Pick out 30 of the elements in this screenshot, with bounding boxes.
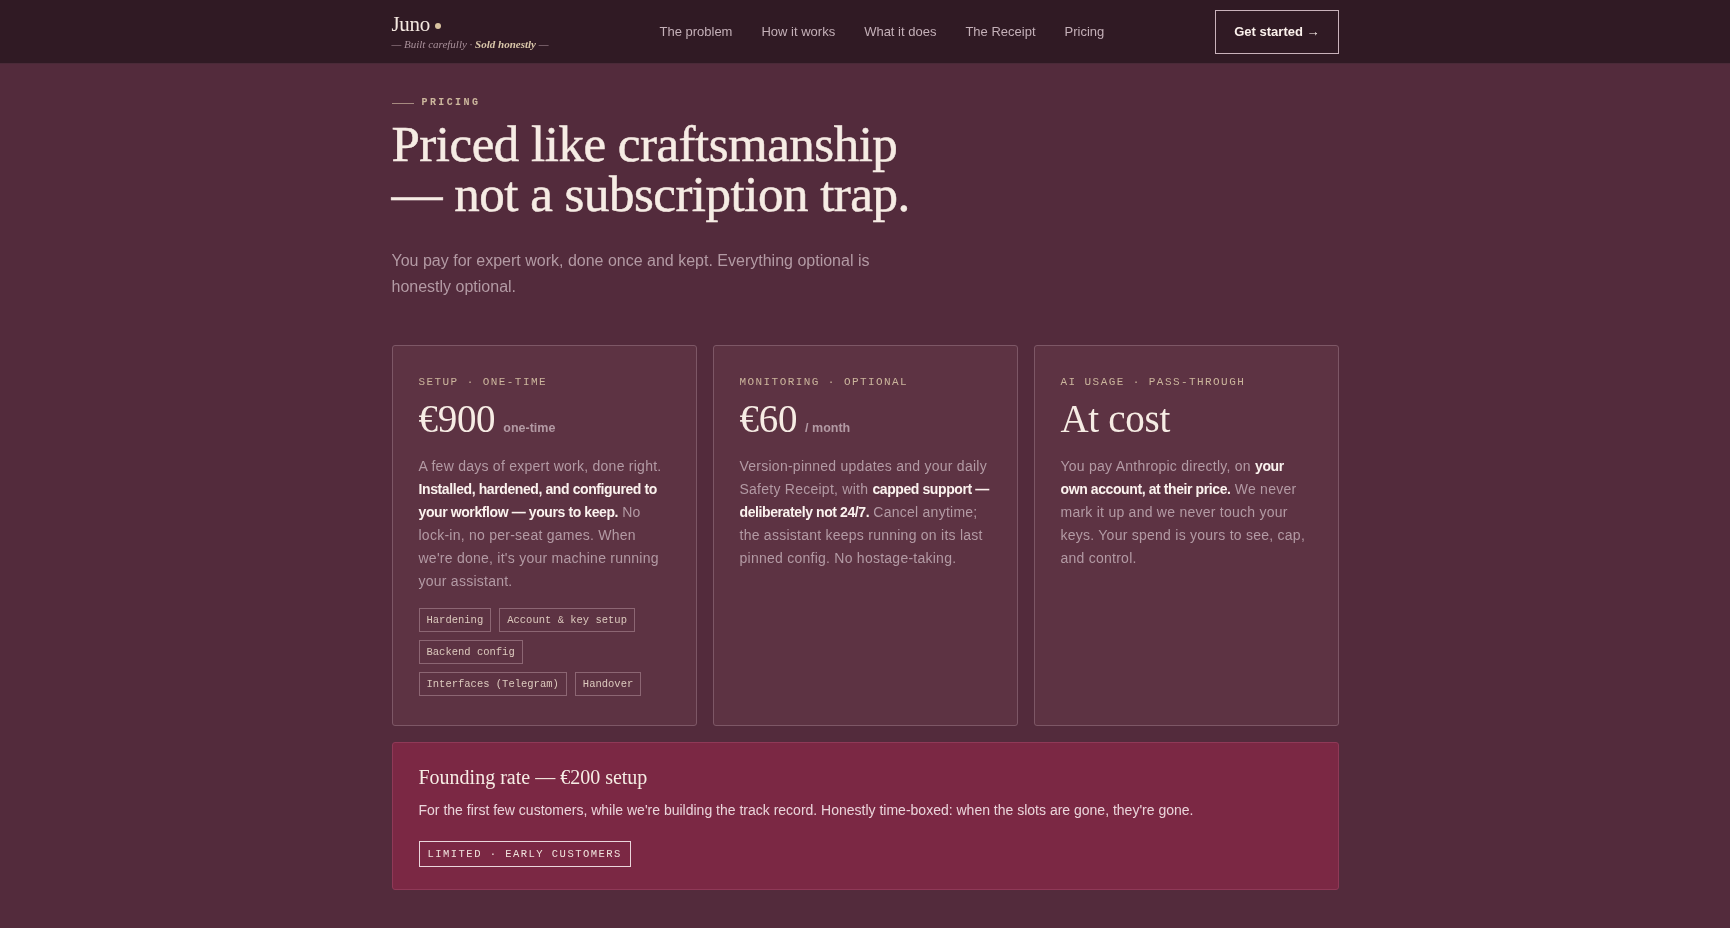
card-description: A few days of expert work, done right. Installed, hardened, and configured to your workflow — yours to keep. No lock-in, no per-seat games. When we're done, it's your machine running your assistant. xyxy=(418,457,663,591)
price-amount: €60 xyxy=(739,397,798,441)
card-description: You pay Anthropic directly, on your own account, at their price. We never mark it up and we never touch your keys. Your spend is yours to see, cap, and control. xyxy=(1060,457,1307,568)
logo-wordmark[interactable]: Juno xyxy=(391,12,430,35)
nav-link[interactable]: The problem xyxy=(659,23,733,40)
nav-link[interactable]: Pricing xyxy=(1064,23,1105,40)
card-label: AI USAGE · PASS-THROUGH xyxy=(1060,375,1247,389)
feature-tag: Account & key setup xyxy=(499,608,635,632)
section-eyebrow: PRICING xyxy=(421,97,481,109)
price-amount: €900 xyxy=(418,397,496,441)
feature-tag: Handover xyxy=(574,672,642,696)
feature-tag: Backend config xyxy=(418,640,523,664)
feature-tag: Hardening xyxy=(418,608,492,632)
limited-badge: LIMITED · EARLY CUSTOMERS xyxy=(418,841,631,867)
feature-tag: Interfaces (Telegram) xyxy=(418,672,567,696)
price-amount: At cost xyxy=(1060,397,1170,441)
card-label: MONITORING · OPTIONAL xyxy=(739,375,910,389)
founding-title: Founding rate — €200 setup xyxy=(418,765,649,789)
card-description: Version-pinned updates and your daily Safety Receipt, with capped support — deliberately not 24/7. Cancel anytime; the assistant keeps running on its last pinned config. No hostage-taking. xyxy=(739,457,991,568)
founding-description: For the first few customers, while we're building the track record. Honestly time-boxed: when the slots are gone, they're gone. xyxy=(418,801,1195,820)
get-started-button[interactable]: Get started → xyxy=(1215,9,1339,54)
nav-link[interactable]: What it does xyxy=(864,23,937,40)
nav-link[interactable]: The Receipt xyxy=(965,23,1036,40)
page-subtitle: You pay for expert work, done once and kept. Everything optional is honestly optional. xyxy=(391,251,871,297)
dot-icon xyxy=(435,23,441,29)
nav-link[interactable]: How it works xyxy=(761,23,836,40)
price-unit: / month xyxy=(805,421,851,435)
logo-tagline: — Built carefully · Sold honestly — xyxy=(391,37,549,51)
card-label: SETUP · ONE-TIME xyxy=(418,375,548,389)
price-unit: one-time xyxy=(503,421,556,435)
